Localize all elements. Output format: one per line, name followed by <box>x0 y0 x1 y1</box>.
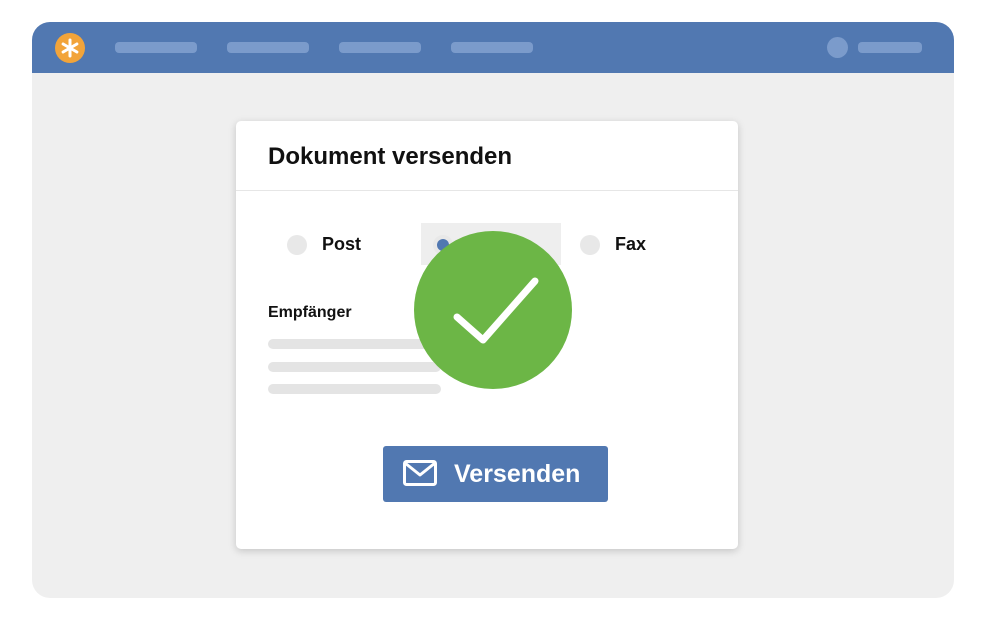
dialog-title: Dokument versenden <box>268 143 513 170</box>
dialog-header: Dokument versenden <box>236 121 738 191</box>
send-button-label: Versenden <box>454 460 581 488</box>
top-navigation-bar <box>32 22 954 73</box>
nav-item-3[interactable] <box>339 42 421 53</box>
checkmark-icon <box>414 231 572 389</box>
user-name[interactable] <box>858 42 922 53</box>
radio-label-fax: Fax <box>615 234 647 254</box>
radio-button-fax[interactable] <box>580 235 600 255</box>
nav-item-2[interactable] <box>227 42 309 53</box>
recipient-label: Empfänger <box>268 304 352 321</box>
nav-item-1[interactable] <box>115 42 197 53</box>
avatar-icon[interactable] <box>827 37 848 58</box>
send-button[interactable]: Versenden <box>383 446 608 502</box>
radio-option-post[interactable]: Post <box>276 223 386 265</box>
nav-item-4[interactable] <box>451 42 533 53</box>
envelope-icon <box>403 460 437 491</box>
asterisk-icon[interactable] <box>55 33 85 63</box>
radio-label-post: Post <box>322 234 362 254</box>
radio-option-fax[interactable]: Fax <box>570 223 680 265</box>
radio-button-post[interactable] <box>287 235 307 255</box>
